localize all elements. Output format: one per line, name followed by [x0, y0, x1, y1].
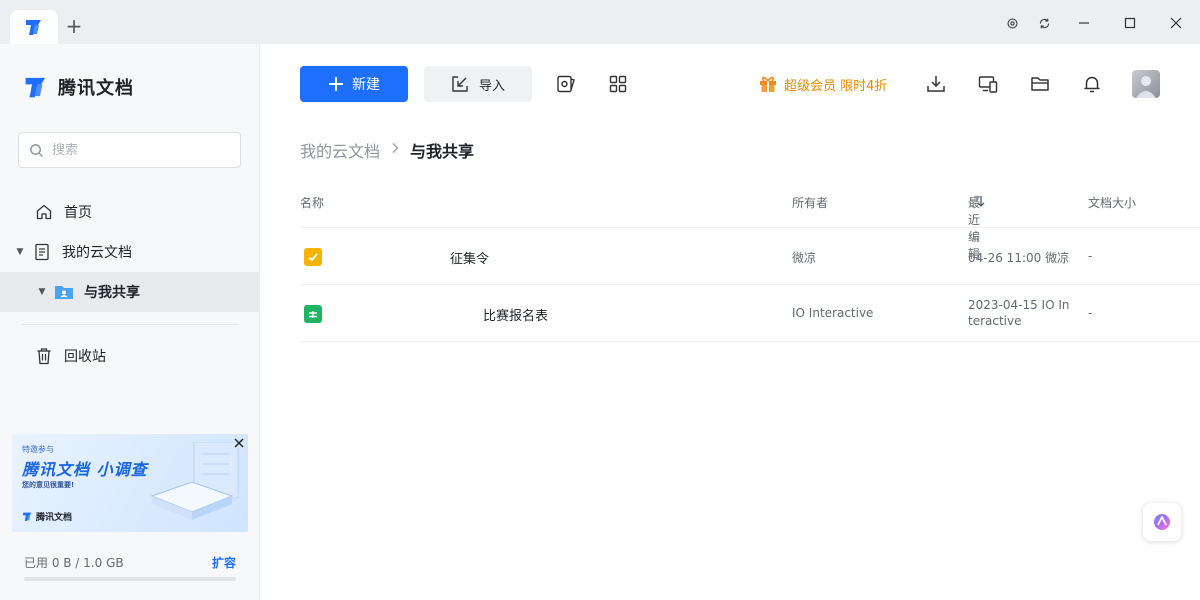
expand-storage-link[interactable]: 扩容 — [212, 554, 236, 571]
new-button[interactable]: 新建 — [300, 66, 408, 102]
import-button[interactable]: 导入 — [424, 66, 532, 102]
file-size: - — [1088, 306, 1093, 320]
caret-down-icon[interactable]: ▼ — [14, 247, 26, 257]
sidebar: 腾讯文档 首页 ▼ 我的云文档 ▼ 与我共享 回收站 — [0, 44, 260, 600]
close-icon — [234, 438, 244, 448]
search-input[interactable] — [52, 142, 222, 158]
banner-logo-text: 腾讯文档 — [36, 513, 73, 523]
table-row[interactable]: 比赛报名表 IO Interactive 2023-04-15 IO In te… — [300, 284, 1200, 340]
storage-used-text: 已用 0 B / 1.0 GB — [24, 556, 124, 570]
sidebar-item-my-cloud-docs[interactable]: ▼ 我的云文档 — [0, 232, 259, 272]
search-box[interactable] — [18, 132, 241, 168]
new-button-label: 新建 — [352, 77, 380, 93]
bell-icon[interactable] — [1081, 73, 1103, 95]
column-header-owner[interactable]: 所有者 — [792, 194, 828, 211]
column-header-size[interactable]: 文档大小 — [1088, 194, 1136, 211]
app-tab[interactable] — [10, 10, 58, 44]
tencent-docs-logo-icon — [23, 512, 32, 521]
sync-icon[interactable] — [1033, 12, 1055, 34]
file-owner: 微凉 — [792, 251, 817, 265]
sidebar-item-label: 我的云文档 — [62, 245, 132, 261]
new-tab-button[interactable]: + — [64, 16, 84, 36]
avatar[interactable] — [1132, 70, 1160, 98]
close-window-button[interactable] — [1165, 12, 1187, 34]
sidebar-item-trash[interactable]: 回收站 — [0, 336, 259, 376]
document-icon — [32, 242, 52, 262]
breadcrumb: 我的云文档 与我共享 — [300, 138, 474, 162]
minimize-button[interactable] — [1073, 12, 1095, 34]
file-name[interactable]: 征集令 — [450, 248, 489, 267]
devices-icon[interactable] — [977, 73, 999, 95]
file-recent-edit-line1: 2023-04-15 IO In — [968, 298, 1070, 312]
column-header-name[interactable]: 名称 — [300, 194, 324, 211]
tencent-docs-logo-icon — [26, 20, 41, 35]
breadcrumb-parent[interactable]: 我的云文档 — [300, 138, 380, 162]
trash-icon — [34, 346, 54, 366]
chevron-right-icon — [390, 142, 400, 158]
brand-name: 腾讯文档 — [58, 78, 134, 99]
form-doc-icon — [304, 248, 322, 266]
template-icon[interactable] — [555, 73, 577, 95]
ai-assistant-button[interactable] — [1143, 503, 1181, 541]
home-icon — [34, 202, 54, 222]
settings-icon[interactable] — [1001, 12, 1023, 34]
ai-assistant-icon — [1154, 514, 1170, 530]
banner-subtitle: 您的意见很重要! — [22, 481, 75, 489]
sort-caret-down-icon[interactable]: ▼ — [974, 194, 980, 203]
brand[interactable]: 腾讯文档 — [22, 74, 134, 100]
sidebar-item-label: 首页 — [64, 205, 92, 221]
storage-progress-bar — [24, 577, 236, 581]
sidebar-item-label: 回收站 — [64, 349, 106, 365]
caret-down-icon[interactable]: ▼ — [36, 287, 48, 297]
survey-banner[interactable]: 特邀参与 腾讯文档 小调查 您的意见很重要! 腾讯文档 — [12, 434, 248, 532]
plus-icon — [329, 77, 343, 91]
close-banner-button[interactable] — [234, 436, 244, 452]
shared-folder-icon — [54, 282, 74, 302]
sidebar-item-home[interactable]: 首页 — [0, 192, 259, 232]
banner-title: 腾讯文档 小调查 — [22, 460, 148, 479]
download-icon[interactable] — [925, 73, 947, 95]
sidebar-divider — [22, 324, 239, 325]
file-recent-edit-line2: teractive — [968, 314, 1022, 328]
folder-icon[interactable] — [1029, 73, 1051, 95]
banner-small-text: 特邀参与 — [22, 445, 54, 454]
sidebar-item-label: 与我共享 — [84, 285, 140, 301]
import-button-label: 导入 — [478, 78, 505, 94]
table-header: 名称 所有者 最近编辑 ▼ 文档大小 — [300, 194, 1200, 261]
title-bar: + — [0, 0, 1200, 44]
sidebar-item-shared-with-me[interactable]: ▼ 与我共享 — [0, 272, 259, 312]
file-owner: IO Interactive — [792, 306, 874, 320]
storage-info: 已用 0 B / 1.0 GB 扩容 — [24, 554, 236, 571]
maximize-button[interactable] — [1119, 12, 1141, 34]
search-icon — [30, 143, 44, 157]
column-header-recent[interactable]: 最近编辑 ▼ — [968, 194, 986, 261]
table-bottom-border — [300, 341, 1200, 342]
file-name[interactable]: 比赛报名表 — [483, 305, 548, 324]
breadcrumb-current: 与我共享 — [410, 142, 475, 161]
gift-icon — [760, 76, 776, 92]
import-icon — [452, 76, 468, 92]
banner-logo: 腾讯文档 — [22, 510, 72, 523]
file-size: - — [1088, 249, 1093, 263]
tencent-docs-logo-icon — [25, 77, 46, 98]
book-illustration-icon — [150, 442, 239, 520]
grid-view-icon[interactable] — [607, 73, 629, 95]
sheet-doc-icon — [304, 305, 322, 323]
table-row[interactable]: 征集令 微凉 04-26 11:00 微凉 - — [300, 227, 1200, 283]
vip-promo-link[interactable]: 超级会员 限时4折 — [758, 74, 887, 94]
file-recent-edit: 04-26 11:00 微凉 — [968, 251, 1070, 265]
file-recent-edit: 2023-04-15 IO In teractive — [968, 297, 1070, 329]
vip-promo-text: 超级会员 限时4折 — [784, 78, 888, 94]
